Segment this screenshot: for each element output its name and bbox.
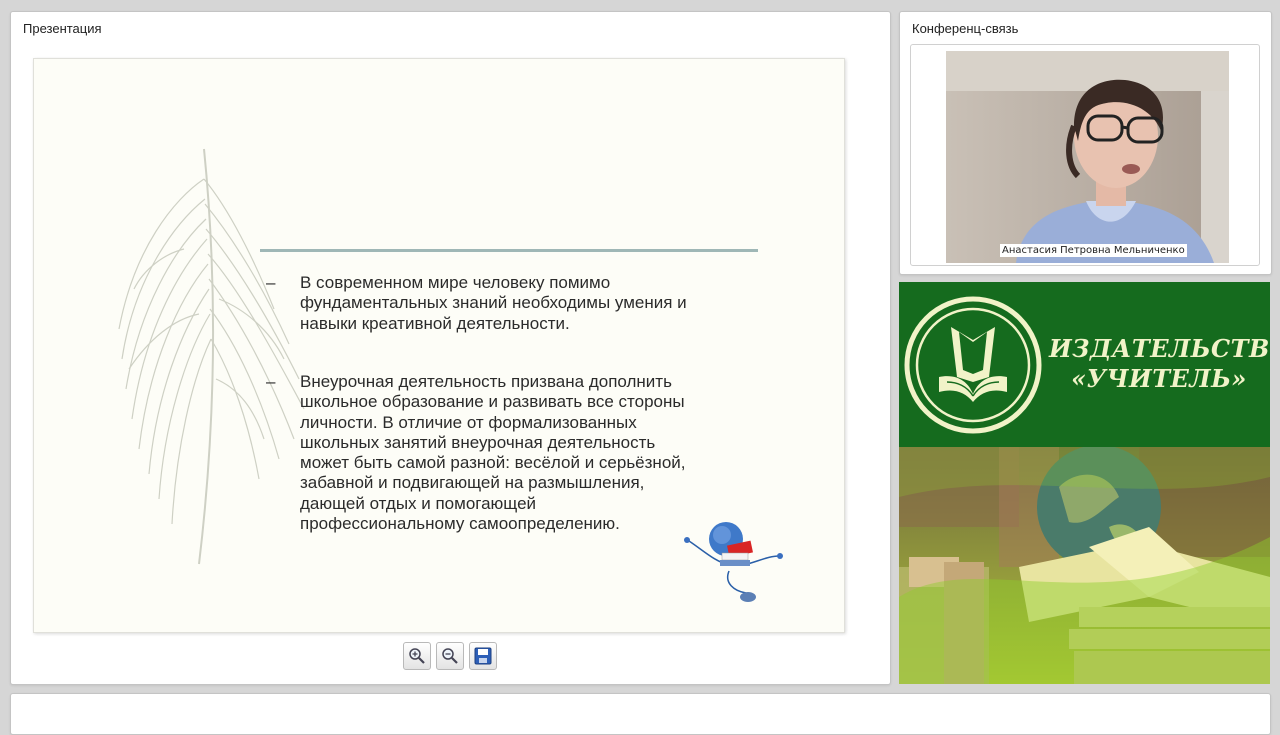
participant-video[interactable]: Анастасия Петровна Мельниченко xyxy=(946,51,1229,263)
conference-title: Конференц-связь xyxy=(912,21,1019,36)
presentation-slide: – В современном мире человеку помимо фун… xyxy=(33,58,845,633)
books-globe-photo xyxy=(899,447,1270,684)
bullet-dash: – xyxy=(266,273,276,292)
zoom-out-icon xyxy=(442,648,458,664)
save-icon xyxy=(474,647,492,665)
bullet-text: В современном мире человеку помимо фунда… xyxy=(300,273,687,333)
publisher-name: ИЗДАТЕЛЬСТВО «УЧИТЕЛЬ» xyxy=(1049,334,1270,394)
publisher-name-line1: ИЗДАТЕЛЬСТВО xyxy=(1049,334,1270,363)
globe-books-clipart xyxy=(684,522,783,602)
zoom-in-button[interactable] xyxy=(403,642,431,670)
participant-name: Анастасия Петровна Мельниченко xyxy=(1000,244,1187,257)
banner-header: ИЗДАТЕЛЬСТВО «УЧИТЕЛЬ» xyxy=(899,282,1270,447)
publisher-banner[interactable]: ИЗДАТЕЛЬСТВО «УЧИТЕЛЬ» xyxy=(899,282,1270,684)
presentation-panel: Презентация – В современном мире человек… xyxy=(10,11,891,685)
bullet-dash: – xyxy=(266,372,276,391)
conference-panel: Конференц-связь Анастасия Петровна Мельн… xyxy=(899,11,1272,275)
presentation-title: Презентация xyxy=(23,21,102,36)
video-frame: Анастасия Петровна Мельниченко xyxy=(910,44,1260,266)
zoom-in-icon xyxy=(409,648,425,664)
zoom-out-button[interactable] xyxy=(436,642,464,670)
save-button[interactable] xyxy=(469,642,497,670)
participant-video-image xyxy=(946,51,1229,263)
bottom-panel xyxy=(10,693,1271,735)
publisher-logo xyxy=(904,296,1042,434)
bullet-text: Внеурочная деятельность призвана дополни… xyxy=(300,372,686,534)
slide-divider xyxy=(260,249,758,252)
publisher-name-line2: «УЧИТЕЛЬ» xyxy=(1071,364,1247,393)
